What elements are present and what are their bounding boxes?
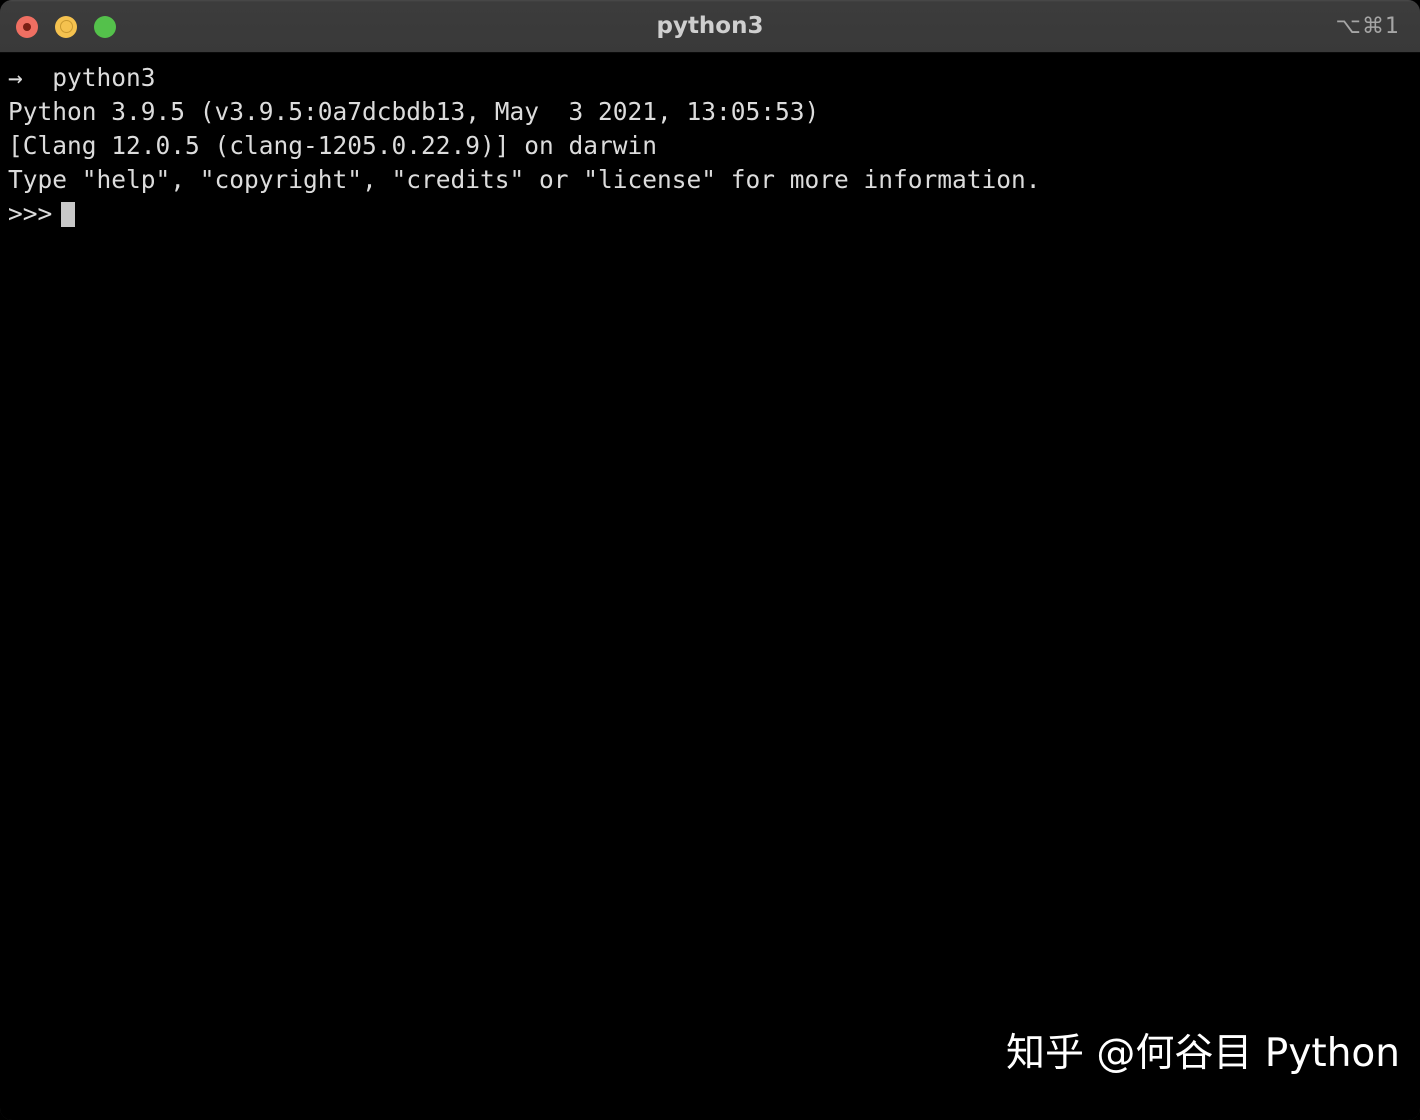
terminal-line-command: → python3 — [8, 63, 156, 92]
window-controls — [16, 0, 116, 53]
terminal-output-area[interactable]: → python3 Python 3.9.5 (v3.9.5:0a7dcbdb1… — [0, 53, 1420, 1120]
close-button[interactable] — [16, 15, 38, 38]
watermark: 知乎 @何谷目 Python — [1006, 1031, 1400, 1076]
minimize-button[interactable] — [55, 15, 77, 38]
terminal-line-version: Python 3.9.5 (v3.9.5:0a7dcbdb13, May 3 2… — [8, 97, 820, 126]
window-title: python3 — [656, 13, 764, 39]
prompt-symbol: >>> — [8, 199, 53, 228]
terminal-line-help: Type "help", "copyright", "credits" or "… — [8, 165, 1041, 194]
terminal-prompt-line[interactable]: >>> — [8, 197, 1420, 231]
maximize-button[interactable] — [94, 15, 116, 38]
keyboard-shortcut-hint: ⌥⌘1 — [1335, 14, 1400, 39]
close-icon — [23, 22, 31, 31]
title-bar[interactable]: python3 ⌥⌘1 — [0, 0, 1420, 53]
text-cursor — [61, 201, 76, 227]
minimize-icon — [59, 20, 73, 33]
terminal-line-compiler: [Clang 12.0.5 (clang-1205.0.22.9)] on da… — [8, 131, 658, 160]
terminal-window: python3 ⌥⌘1 → python3 Python 3.9.5 (v3.9… — [0, 0, 1420, 1120]
